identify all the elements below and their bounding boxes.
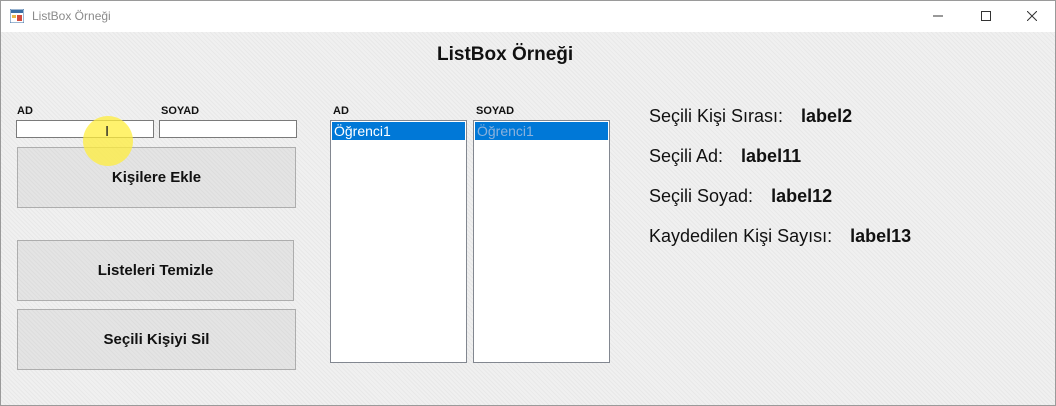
ad-list-item[interactable]: Öğrenci1 bbox=[332, 122, 465, 140]
add-people-button[interactable]: Kişilere Ekle bbox=[17, 147, 296, 208]
title-bar[interactable]: ListBox Örneği bbox=[1, 1, 1055, 32]
selected-ad-row: Seçili Ad: label11 bbox=[649, 146, 801, 167]
selected-index-value: label2 bbox=[801, 106, 853, 126]
selected-soyad-label: Seçili Soyad: bbox=[649, 186, 754, 206]
text-cursor-icon: Ⅰ bbox=[105, 123, 110, 139]
window-title: ListBox Örneği bbox=[32, 9, 111, 23]
list-ad-label: AD bbox=[333, 105, 349, 117]
selected-soyad-row: Seçili Soyad: label12 bbox=[649, 186, 832, 207]
soyad-label: SOYAD bbox=[161, 105, 200, 117]
ad-label: AD bbox=[17, 105, 33, 117]
saved-count-value: label13 bbox=[850, 226, 912, 246]
form-heading: ListBox Örneği bbox=[437, 44, 574, 65]
selected-ad-label: Seçili Ad: bbox=[649, 146, 724, 166]
ad-listbox[interactable]: Öğrenci1 bbox=[330, 120, 467, 363]
maximize-button[interactable] bbox=[963, 1, 1009, 32]
clear-lists-button[interactable]: Listeleri Temizle bbox=[17, 240, 294, 301]
app-icon bbox=[10, 9, 24, 23]
close-icon bbox=[1027, 11, 1037, 21]
saved-count-row: Kaydedilen Kişi Sayısı: label13 bbox=[649, 226, 911, 247]
delete-selected-button[interactable]: Seçili Kişiyi Sil bbox=[17, 309, 296, 370]
main-window: ListBox Örneği ListBox Örneği AD SOYAD K… bbox=[0, 0, 1056, 406]
minimize-button[interactable] bbox=[915, 1, 961, 32]
soyad-listbox[interactable]: Öğrenci1 bbox=[473, 120, 610, 363]
minimize-icon bbox=[933, 15, 943, 17]
list-soyad-label: SOYAD bbox=[476, 105, 515, 117]
soyad-list-item[interactable]: Öğrenci1 bbox=[475, 122, 608, 140]
selected-index-row: Seçili Kişi Sırası: label2 bbox=[649, 106, 852, 127]
selected-ad-value: label11 bbox=[741, 146, 802, 166]
soyad-input[interactable] bbox=[159, 120, 297, 138]
selected-soyad-value: label12 bbox=[771, 186, 833, 206]
close-button[interactable] bbox=[1009, 1, 1055, 32]
selected-index-label: Seçili Kişi Sırası: bbox=[649, 106, 784, 126]
saved-count-label: Kaydedilen Kişi Sayısı: bbox=[649, 226, 833, 246]
form-client-area: ListBox Örneği AD SOYAD Kişilere Ekle Li… bbox=[1, 32, 1055, 405]
maximize-icon bbox=[981, 11, 991, 21]
